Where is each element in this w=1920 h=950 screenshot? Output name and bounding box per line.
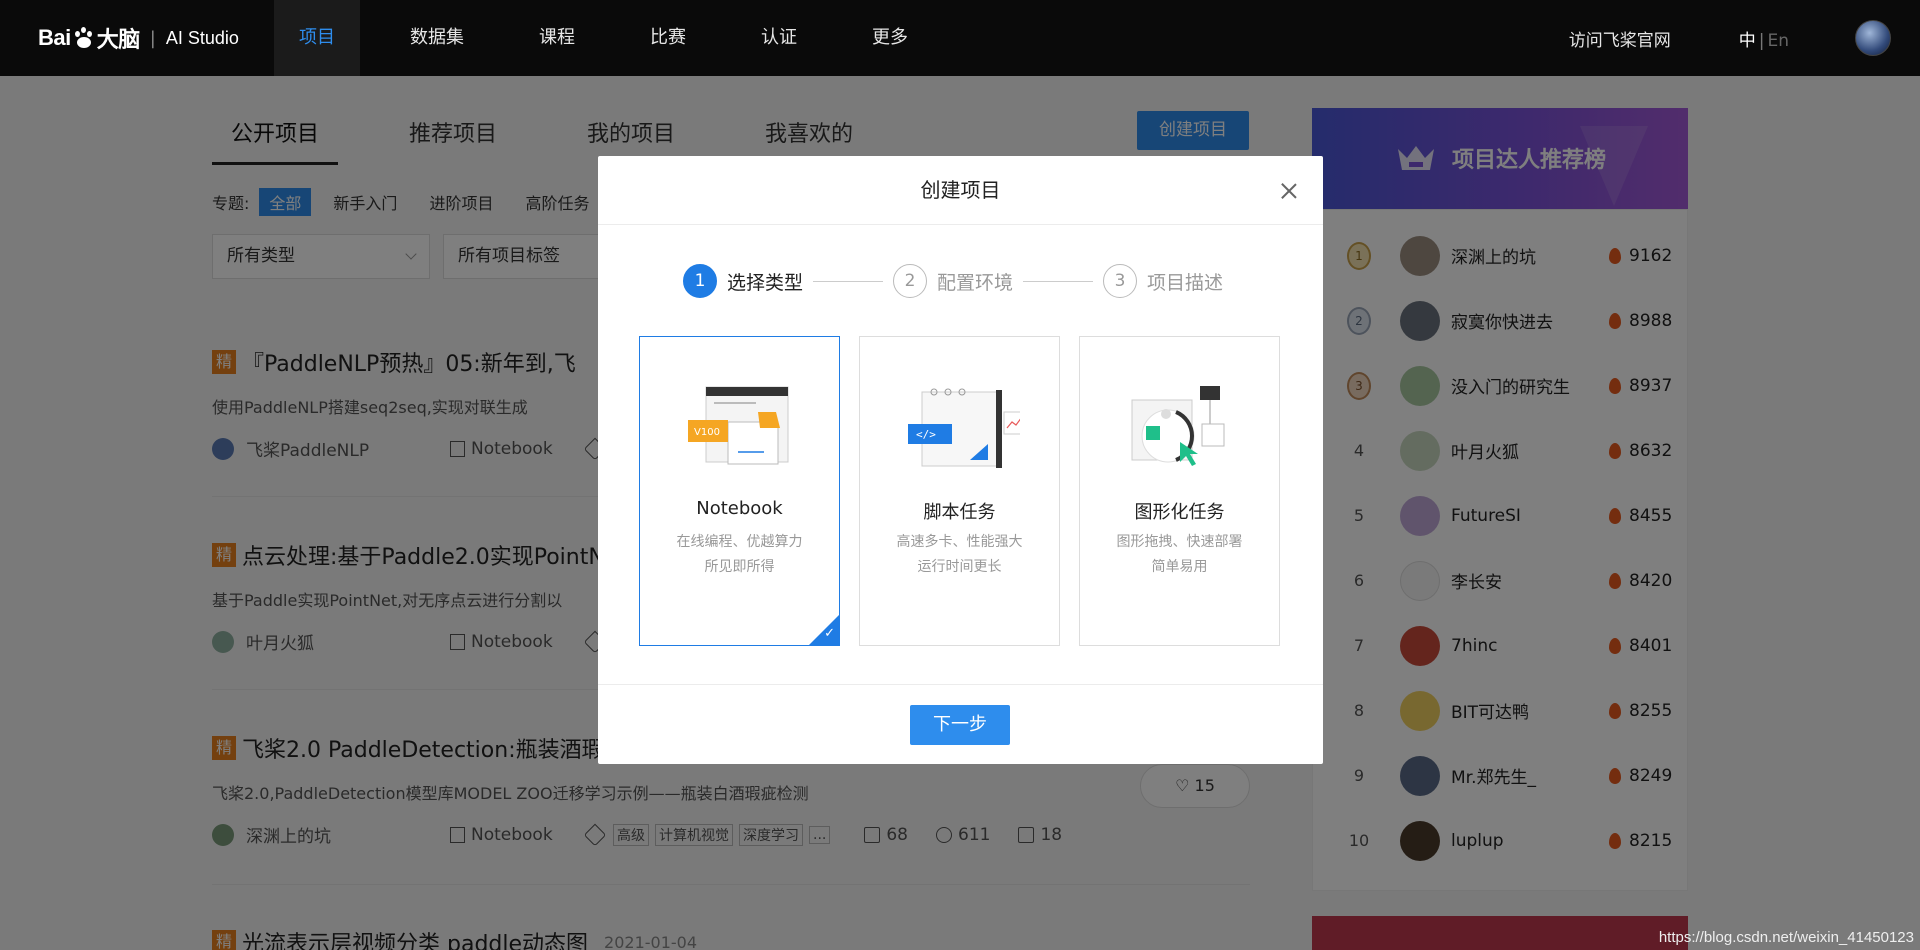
step-connector <box>813 280 884 282</box>
create-project-dialog: 创建项目 1 选择类型 2 配置环境 3 项目描述 V100 Notebook … <box>598 156 1323 764</box>
option-graphical-task[interactable]: 图形化任务 图形拖拽、快速部署 简单易用 <box>1079 336 1280 646</box>
notebook-illustration-icon: V100 <box>688 386 789 465</box>
baidu-ai-studio-logo[interactable]: Bai 大脑 | AI Studio <box>38 18 239 58</box>
nav-item-projects[interactable]: 项目 <box>274 0 360 76</box>
option-description-line: 所见即所得 <box>704 559 775 575</box>
paw-icon <box>73 27 95 49</box>
nav-item-certification[interactable]: 认证 <box>736 0 822 76</box>
graphical-task-illustration-icon <box>1131 386 1225 466</box>
option-description-line: 图形拖拽、快速部署 <box>1116 534 1243 550</box>
step-label: 项目描述 <box>1147 271 1224 294</box>
step-configure-env: 2 配置环境 <box>893 264 1013 298</box>
nav-right: 访问飞桨官网 中 | En <box>1569 0 1920 76</box>
nav-item-courses[interactable]: 课程 <box>514 0 600 76</box>
option-title: 图形化任务 <box>1134 502 1225 523</box>
step-number: 3 <box>1103 264 1138 298</box>
step-number: 1 <box>683 264 717 298</box>
option-script-task[interactable]: </> 脚本任务 高速多卡、性能强大 运行时间更长 <box>859 336 1060 646</box>
dialog-title: 创建项目 <box>920 178 1001 202</box>
top-navbar: Bai 大脑 | AI Studio 项目 数据集 课程 比赛 认证 更多 访问… <box>0 0 1920 76</box>
code-icon-text: </> <box>916 428 936 441</box>
visit-paddle-link[interactable]: 访问飞桨官网 <box>1569 26 1671 51</box>
lang-separator: | <box>1758 30 1765 51</box>
logo-baidu-text: Bai <box>38 25 71 50</box>
option-description-line: 高速多卡、性能强大 <box>896 534 1023 550</box>
option-description: 高速多卡、性能强大 运行时间更长 <box>878 530 1041 580</box>
user-avatar[interactable] <box>1855 20 1891 56</box>
lang-zh[interactable]: 中 <box>1739 31 1756 51</box>
gpu-badge-text: V100 <box>694 427 720 438</box>
csdn-watermark: https://blog.csdn.net/weixin_41450123 <box>1658 929 1914 946</box>
step-label: 配置环境 <box>937 271 1014 294</box>
check-icon: ✓ <box>824 626 835 641</box>
step-project-description: 3 项目描述 <box>1103 264 1223 298</box>
project-type-options: V100 Notebook 在线编程、优越算力 所见即所得 ✓ </> 脚本任务… <box>639 336 1299 646</box>
option-notebook[interactable]: V100 Notebook 在线编程、优越算力 所见即所得 ✓ <box>639 336 840 646</box>
main-nav: 项目 数据集 课程 比赛 认证 更多 <box>274 0 958 76</box>
nav-item-competitions[interactable]: 比赛 <box>625 0 711 76</box>
option-description: 图形拖拽、快速部署 简单易用 <box>1098 530 1261 580</box>
nav-item-more[interactable]: 更多 <box>847 0 933 76</box>
step-connector <box>1023 280 1094 282</box>
step-number: 2 <box>893 264 928 298</box>
nav-item-datasets[interactable]: 数据集 <box>385 0 489 76</box>
language-switch: 中 | En <box>1739 26 1789 51</box>
option-title: 脚本任务 <box>923 502 996 523</box>
lang-en[interactable]: En <box>1767 31 1789 51</box>
step-label: 选择类型 <box>727 271 804 294</box>
logo-du-text: 大脑 <box>96 27 141 52</box>
step-indicator: 1 选择类型 2 配置环境 3 项目描述 <box>683 264 1223 298</box>
option-description-line: 运行时间更长 <box>917 559 1002 575</box>
script-task-illustration-icon: </> <box>908 388 1020 468</box>
close-icon[interactable] <box>1281 183 1297 199</box>
next-step-button[interactable]: 下一步 <box>910 705 1010 745</box>
option-description: 在线编程、优越算力 所见即所得 <box>658 530 821 580</box>
dialog-footer: 下一步 <box>598 684 1323 764</box>
logo-studio-text: AI Studio <box>165 27 239 48</box>
option-description-line: 在线编程、优越算力 <box>676 534 803 550</box>
logo-separator: | <box>149 27 156 49</box>
dialog-header: 创建项目 <box>598 156 1323 225</box>
step-select-type: 1 选择类型 <box>683 264 803 298</box>
option-description-line: 简单易用 <box>1151 559 1208 575</box>
option-title: Notebook <box>696 498 783 519</box>
